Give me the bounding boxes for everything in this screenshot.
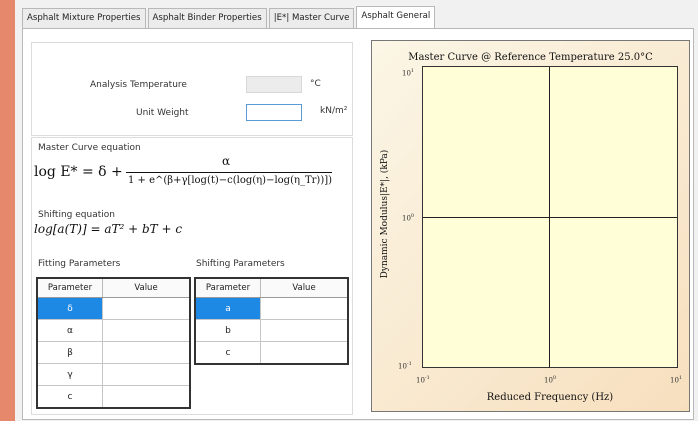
x-axis-label: Reduced Frequency (Hz) — [486, 392, 614, 403]
y-tick-label: 10-1 — [398, 361, 412, 371]
x-tick-label: 101 — [670, 375, 683, 385]
x-tick-label: 10-1 — [416, 375, 430, 385]
parameter-cell[interactable]: γ — [36, 363, 103, 386]
tab-asphalt-binder-properties[interactable]: Asphalt Binder Properties — [147, 8, 267, 28]
horizontal-gridline — [423, 217, 677, 218]
shifting-parameters-title: Shifting Parameters — [196, 259, 285, 269]
value-cell[interactable] — [102, 385, 191, 409]
side-accent-stripe — [0, 0, 15, 421]
parameter-cell[interactable]: δ — [36, 297, 103, 320]
table-row[interactable]: α — [36, 319, 191, 342]
value-cell[interactable] — [260, 297, 349, 320]
master-curve-equation-numerator: α — [222, 154, 231, 168]
tab-master-curve[interactable]: |E*| Master Curve — [268, 8, 355, 28]
y-tick-label: 100 — [402, 213, 415, 223]
master-curve-equation-lhs: log E* = δ + — [34, 164, 123, 180]
table-row[interactable]: a — [194, 297, 349, 320]
analysis-temperature-label: Analysis Temperature — [90, 80, 187, 90]
column-header-value[interactable]: Value — [102, 277, 191, 298]
value-cell[interactable] — [102, 341, 191, 364]
fitting-parameters-title: Fitting Parameters — [38, 259, 121, 269]
table-row[interactable]: b — [194, 319, 349, 342]
properties-group: Analysis Temperature °C Unit Weight kN/m… — [31, 42, 353, 136]
table-row[interactable]: γ — [36, 363, 191, 386]
unit-weight-input[interactable] — [246, 104, 302, 121]
tab-asphalt-general[interactable]: Asphalt General — [356, 6, 436, 28]
column-header-value[interactable]: Value — [260, 277, 349, 298]
table-row[interactable]: c — [36, 385, 191, 409]
analysis-temperature-unit: °C — [310, 79, 321, 89]
value-cell[interactable] — [102, 297, 191, 320]
column-header-parameter[interactable]: Parameter — [36, 277, 103, 298]
table-row[interactable]: c — [194, 341, 349, 365]
value-cell[interactable] — [260, 319, 349, 342]
unit-weight-unit: kN/m² — [320, 106, 348, 116]
fitting-parameters-table: Parameter Value δ α β γ c — [36, 277, 191, 409]
tab-bar: Asphalt Mixture Properties Asphalt Binde… — [22, 6, 437, 28]
value-cell[interactable] — [260, 341, 349, 365]
value-cell[interactable] — [102, 319, 191, 342]
table-row[interactable]: β — [36, 341, 191, 364]
y-axis-label: Dynamic Modulus|E*|, (kPa) — [380, 149, 390, 279]
equations-group: Master Curve equation log E* = δ + α 1 +… — [31, 137, 353, 415]
chart-title: Master Curve @ Reference Temperature 25.… — [408, 52, 653, 63]
parameter-cell[interactable]: c — [36, 385, 103, 409]
master-curve-chart: Master Curve @ Reference Temperature 25.… — [371, 40, 690, 412]
column-header-parameter[interactable]: Parameter — [194, 277, 261, 298]
parameter-cell[interactable]: b — [194, 319, 261, 342]
parameter-cell[interactable]: β — [36, 341, 103, 364]
shifting-parameters-table: Parameter Value a b c — [194, 277, 349, 365]
table-header-row: Parameter Value — [36, 277, 191, 298]
table-row[interactable]: δ — [36, 297, 191, 320]
shifting-equation: log[a(T)] = aT² + bT + c — [34, 222, 183, 236]
fraction-bar — [126, 172, 332, 173]
x-tick-label: 100 — [544, 375, 557, 385]
y-tick-label: 101 — [402, 68, 415, 78]
unit-weight-label: Unit Weight — [136, 108, 189, 118]
plot-area — [422, 66, 678, 368]
table-header-row: Parameter Value — [194, 277, 349, 298]
shifting-equation-title: Shifting equation — [38, 210, 115, 220]
parameter-cell[interactable]: α — [36, 319, 103, 342]
analysis-temperature-input[interactable] — [246, 76, 302, 93]
tab-asphalt-mixture-properties[interactable]: Asphalt Mixture Properties — [22, 8, 146, 28]
master-curve-equation-title: Master Curve equation — [38, 143, 141, 153]
master-curve-equation-denominator: 1 + e^(β+γ[log(t)−c(log(η)−log(η_Tr))]) — [128, 175, 333, 186]
tab-content-panel: Analysis Temperature °C Unit Weight kN/m… — [22, 28, 694, 420]
parameter-cell[interactable]: c — [194, 341, 261, 365]
parameter-cell[interactable]: a — [194, 297, 261, 320]
value-cell[interactable] — [102, 363, 191, 386]
